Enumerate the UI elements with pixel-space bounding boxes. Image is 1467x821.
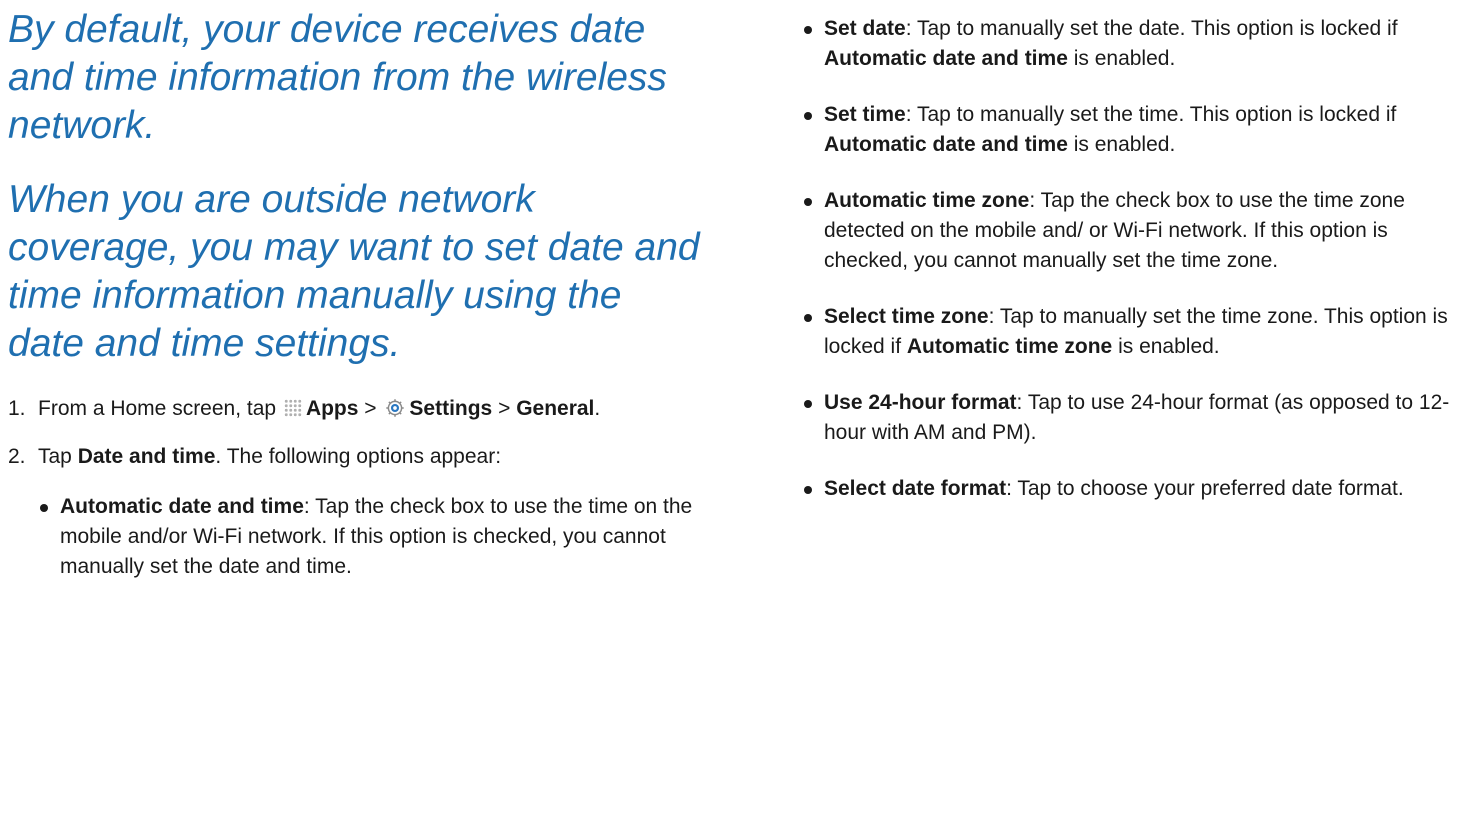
period: . [594,397,601,420]
separator: > [364,397,377,420]
option-tail: is enabled. [1067,47,1176,70]
options-list-right: Set date: Tap to manually set the date. … [802,14,1462,504]
option-ref: Automatic time zone [906,335,1113,358]
option-select-time-zone: Select time zone: Tap to manually set th… [802,302,1462,362]
settings-label: Settings [409,397,493,420]
option-name: Set time [824,103,906,126]
option-set-date: Set date: Tap to manually set the date. … [802,14,1462,74]
option-select-date-format: Select date format: Tap to choose your p… [802,474,1462,504]
step-number: 2. [8,445,26,468]
option-name: Use 24-hour format [824,391,1017,414]
settings-gear-icon [386,399,405,417]
option-name: Automatic date and time [60,495,304,518]
step-text: Tap [38,445,72,468]
step-text-tail: . The following options appear: [215,445,502,468]
step-2: 2. Tap Date and time. The following opti… [8,442,708,582]
option-automatic-time-zone: Automatic time zone: Tap the check box t… [802,186,1462,276]
left-column: By default, your device receives date an… [8,6,708,608]
step-text: From a Home screen, tap [38,397,277,420]
date-and-time-label: Date and time [77,445,216,468]
separator: > [498,397,511,420]
intro-paragraph-1: By default, your device receives date an… [8,8,667,147]
option-ref: Automatic date and time [824,133,1068,156]
steps-list: 1. From a Home screen, tap Apps > Settin… [8,394,708,582]
options-list-left: Automatic date and time: Tap the check b… [38,492,708,582]
step-number: 1. [8,397,26,420]
option-name: Select date format [824,477,1007,500]
option-name: Set date [824,17,906,40]
option-ref: Automatic date and time [824,47,1068,70]
step-1: 1. From a Home screen, tap Apps > Settin… [8,394,708,424]
apps-label: Apps [305,397,359,420]
option-desc: : Tap to choose your preferred date form… [1006,477,1404,500]
option-automatic-date-and-time: Automatic date and time: Tap the check b… [38,492,708,582]
option-tail: is enabled. [1112,335,1220,358]
option-set-time: Set time: Tap to manually set the time. … [802,100,1462,160]
option-use-24-hour-format: Use 24-hour format: Tap to use 24-hour f… [802,388,1462,448]
option-tail: is enabled. [1067,133,1176,156]
intro-paragraph-2: When you are outside network coverage, y… [8,178,700,365]
general-label: General [516,397,595,420]
option-name: Automatic time zone [824,189,1030,212]
right-column: Set date: Tap to manually set the date. … [802,14,1462,530]
apps-grid-icon [283,399,302,417]
option-desc: : Tap to manually set the date. This opt… [905,17,1398,40]
option-name: Select time zone [824,305,989,328]
option-desc: : Tap to manually set the time. This opt… [905,103,1397,126]
